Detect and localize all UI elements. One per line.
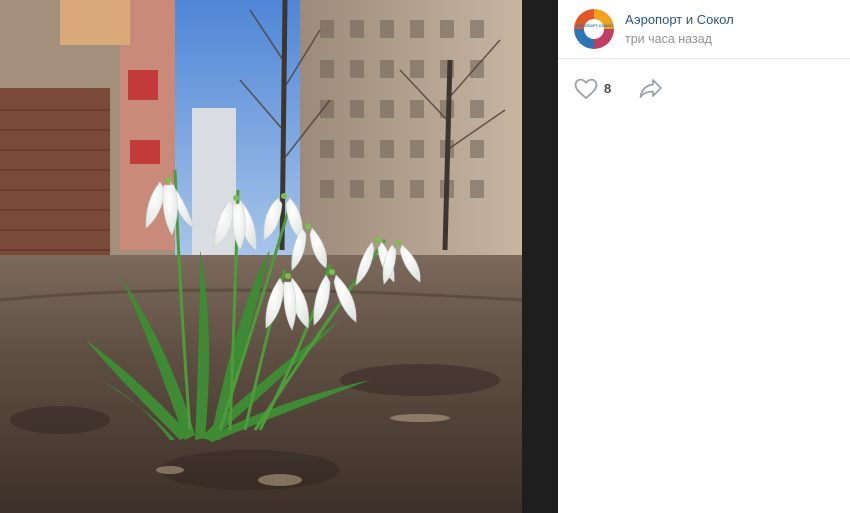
group-avatar[interactable]: АЭРОПОРТ СОКОЛ	[574, 9, 614, 49]
post-photo[interactable]	[0, 0, 522, 513]
group-logo-icon	[574, 9, 614, 49]
post-header: АЭРОПОРТ СОКОЛ Аэропорт и Сокол три часа…	[558, 0, 850, 59]
group-logo-text: АЭРОПОРТ СОКОЛ	[575, 23, 613, 28]
post-side-panel: АЭРОПОРТ СОКОЛ Аэропорт и Сокол три часа…	[558, 0, 850, 513]
group-name-link[interactable]: Аэропорт и Сокол	[625, 12, 734, 27]
post-timestamp[interactable]: три часа назад	[625, 32, 712, 46]
share-arrow-icon	[638, 79, 664, 103]
share-button[interactable]	[638, 77, 666, 101]
post-actions: 8	[574, 77, 834, 101]
viewer-gutter	[522, 0, 558, 513]
like-count: 8	[604, 81, 612, 96]
snowdrops-photo	[0, 0, 522, 513]
heart-icon	[574, 78, 598, 105]
like-button[interactable]: 8	[574, 77, 618, 101]
